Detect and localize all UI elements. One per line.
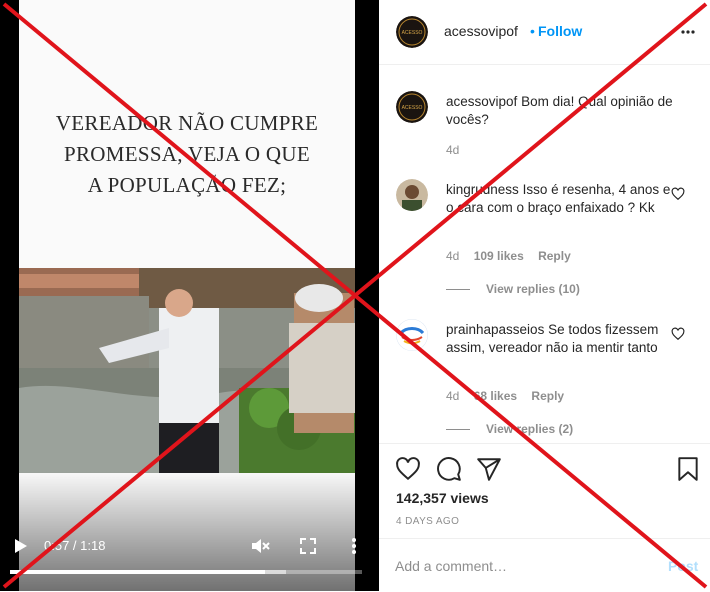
follow-button[interactable]: Follow: [538, 23, 582, 39]
comment-meta: 4d 109 likes Reply: [446, 249, 582, 263]
avatar[interactable]: ACESSO: [396, 91, 428, 123]
video-caption-line: PROMESSA, VEJA O QUE: [64, 142, 310, 166]
view-replies-button[interactable]: View replies (2): [446, 422, 573, 436]
comment-meta: 4d 68 likes Reply: [446, 389, 575, 403]
view-replies-label: View replies (2): [486, 422, 574, 436]
views-count[interactable]: 142,357 views: [396, 490, 489, 506]
video-panel: VEREADOR NÃO CUMPRE PROMESSA, VEJA O QUE…: [0, 0, 379, 591]
avatar[interactable]: ACESSO: [396, 16, 428, 48]
reply-button[interactable]: Reply: [531, 389, 564, 403]
avatar-logo-text: ACESSO: [402, 30, 423, 36]
comment-likes[interactable]: 68 likes: [474, 389, 517, 403]
post-panel: ACESSO acessovipof • Follow ACESSO acess…: [379, 0, 710, 591]
heart-icon[interactable]: [671, 187, 685, 201]
comment-username[interactable]: acessovipof: [446, 94, 517, 109]
heart-icon[interactable]: [395, 456, 421, 482]
replies-divider-line: [446, 289, 470, 291]
more-icon[interactable]: [349, 536, 359, 556]
post-comment-button[interactable]: Post: [668, 558, 698, 574]
mute-icon[interactable]: [250, 536, 270, 556]
avatar[interactable]: [396, 319, 428, 351]
post-header: ACESSO acessovipof • Follow: [379, 0, 710, 65]
replies-divider-line: [446, 429, 470, 431]
bookmark-icon[interactable]: [675, 456, 701, 482]
fullscreen-icon[interactable]: [300, 538, 316, 554]
video-progress-fill: [10, 570, 266, 574]
video-scene-image: [19, 268, 355, 473]
video-progress-bar[interactable]: [10, 570, 362, 574]
comment-input[interactable]: [395, 555, 645, 577]
comment-time[interactable]: 4d: [446, 249, 459, 263]
comment-text: kingrudness Isso é resenha, 4 anos e o c…: [446, 181, 681, 217]
heart-icon[interactable]: [671, 327, 685, 341]
separator-dot: •: [530, 23, 535, 39]
reply-button[interactable]: Reply: [538, 249, 571, 263]
video-player[interactable]: VEREADOR NÃO CUMPRE PROMESSA, VEJA O QUE…: [19, 0, 355, 591]
video-time: 0:57 / 1:18: [44, 538, 106, 553]
comment-time[interactable]: 4d: [446, 143, 459, 157]
share-icon[interactable]: [476, 456, 502, 482]
avatar-logo-text: ACESSO: [402, 105, 423, 111]
comment-icon[interactable]: [436, 456, 462, 482]
post-date[interactable]: 4 DAYS AGO: [396, 516, 459, 527]
more-options-icon[interactable]: [680, 22, 696, 42]
comment-username[interactable]: kingrudness: [446, 182, 519, 197]
video-caption-line: A POPULAÇÃO FEZ;: [87, 173, 287, 197]
avatar[interactable]: [396, 179, 428, 211]
header-username[interactable]: acessovipof: [444, 23, 518, 39]
comment-time[interactable]: 4d: [446, 389, 459, 403]
view-replies-button[interactable]: View replies (10): [446, 282, 580, 296]
comment-text: acessovipof Bom dia! Qual opinião de voc…: [446, 93, 681, 129]
post-actions: 142,357 views 4 DAYS AGO: [379, 443, 710, 539]
view-replies-label: View replies (10): [486, 282, 580, 296]
video-caption-line: VEREADOR NÃO CUMPRE: [55, 111, 319, 135]
play-icon[interactable]: [14, 538, 28, 554]
add-comment-bar: Post: [379, 538, 710, 592]
comment-meta: 4d: [446, 143, 470, 157]
comment-likes[interactable]: 109 likes: [474, 249, 524, 263]
comment-username[interactable]: prainhapasseios: [446, 322, 544, 337]
comments-list: ACESSO acessovipof Bom dia! Qual opinião…: [379, 65, 710, 443]
video-caption: VEREADOR NÃO CUMPRE PROMESSA, VEJA O QUE…: [19, 108, 355, 201]
comment-text: prainhapasseios Se todos fizessem assim,…: [446, 321, 681, 357]
